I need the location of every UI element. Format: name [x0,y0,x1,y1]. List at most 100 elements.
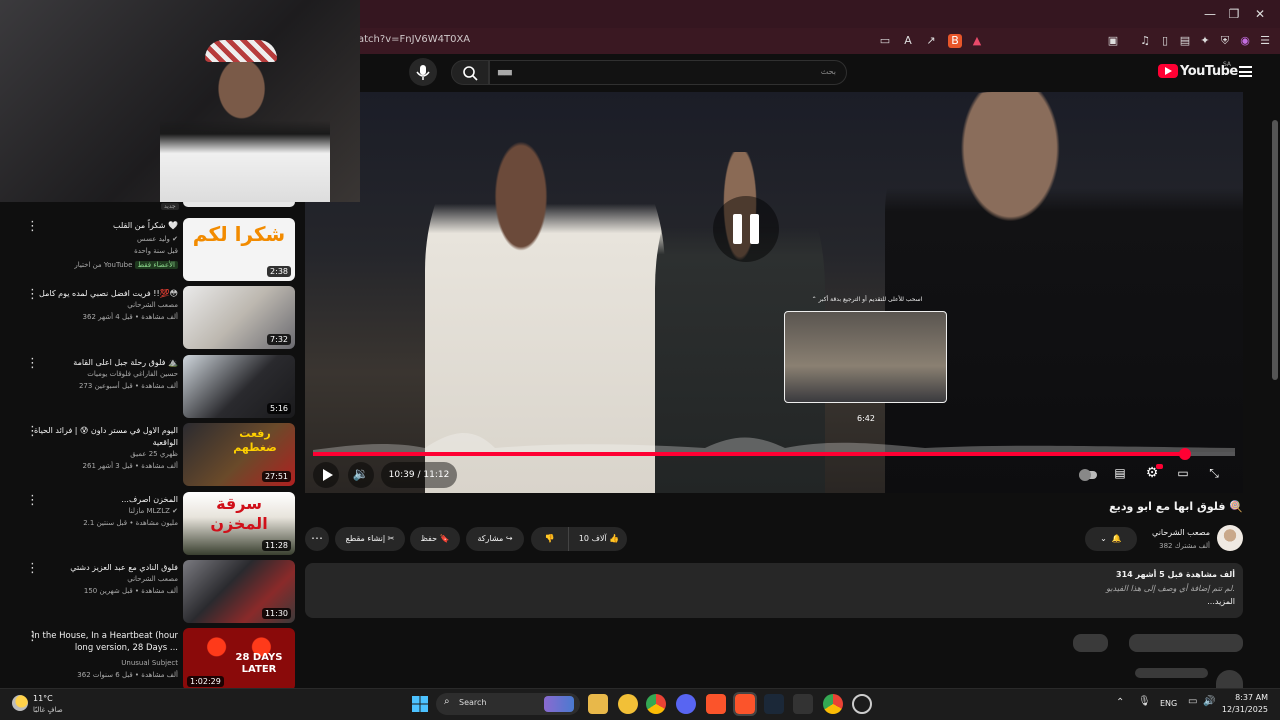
theater-mode-button[interactable]: ▭ [1174,466,1192,484]
discord-icon[interactable] [676,694,696,714]
voice-search-button[interactable] [409,58,437,86]
list-item[interactable]: ⋮ 7:32 فريت افضل نصبي لمده يوم كامل !!💯😳… [0,286,300,352]
brave-icon[interactable] [706,694,726,714]
translate-icon[interactable]: A [901,34,915,48]
description-box[interactable]: 314 ألف مشاهدة قبل 5 أشهر لم تتم إضافة أ… [305,563,1243,618]
channel-name[interactable]: Unusual Subject [8,658,178,669]
more-actions-button[interactable]: ⋯ [305,527,329,551]
obs-icon[interactable] [852,694,872,714]
close-button[interactable]: ✕ [1248,4,1272,24]
video-title[interactable]: اليوم الاول في مستر داون 😰 | فرائد الحيا… [18,425,178,449]
duration-badge: 11:28 [261,540,291,551]
like-button[interactable]: 10 آلاف 👍 [571,527,627,551]
start-button[interactable] [410,694,430,714]
fullscreen-button[interactable]: ⤡ [1205,466,1223,484]
taskbar-search-label: Search [459,698,487,707]
channel-name[interactable]: مازلنا MLZLZ ✔ [8,506,178,517]
thumbnail[interactable]: رفعت ضغطهم 27:51 [183,423,295,486]
brave-active-icon[interactable] [733,692,757,716]
speaker-icon[interactable]: 🔊 [1203,696,1215,707]
taskbar-search[interactable]: ⌕ Search [436,693,580,715]
mic-tray-icon[interactable]: 🎙 [1138,696,1151,707]
guide-menu-icon[interactable] [1239,66,1252,77]
webcam-overlay [0,0,360,202]
video-title[interactable]: ...المخزن اصرف [18,494,178,506]
video-title[interactable]: In the House, In a Heartbeat (hour long … [18,630,178,654]
autoplay-toggle[interactable] [1077,466,1099,484]
thumbnail[interactable]: 28 DAYS LATER 1:02:29 [183,628,295,688]
thumbnail[interactable]: سرقة المخزن 11:28 [183,492,295,555]
wallet-icon[interactable]: ▣ [1106,34,1120,48]
recommend-source: من اختيار YouTube الأعضاء فقط [8,260,178,271]
file-explorer-icon[interactable] [588,694,608,714]
channel-name[interactable]: وليد عسس ✔ [8,234,178,245]
thumbnail[interactable]: 7:32 [183,286,295,349]
menu-icon[interactable]: ☰ [1258,34,1272,48]
leo-icon[interactable]: ✦ [1198,34,1212,48]
cast-icon[interactable]: ▭ [878,34,892,48]
channel-name[interactable]: ظهري 25 عميق [8,449,178,460]
list-item[interactable]: ⋮ 28 DAYS LATER 1:02:29 In the House, In… [0,628,300,688]
video-title[interactable]: فلوق النادي مع عبد العزيز دشتي [18,562,178,574]
profile-icon[interactable]: ◉ [1238,34,1252,48]
vpn-icon[interactable]: ⛨ [1218,34,1232,48]
wallet2-icon[interactable]: ▤ [1178,34,1192,48]
page-scrollbar[interactable] [1272,120,1278,380]
chrome2-icon[interactable] [823,694,843,714]
url-text[interactable]: atch?v=FnJV6W4T0XA [358,34,470,45]
thumbnail[interactable]: 11:30 [183,560,295,623]
search-input[interactable]: ▄▄ بحث [489,60,847,85]
clock-time[interactable]: 8:37 AM [1235,693,1268,702]
skeleton-block [1135,668,1208,678]
dislike-button[interactable]: 👎 [531,527,569,551]
brave-rewards-icon[interactable]: ▲ [970,34,984,48]
thumbnail[interactable]: 5:16 [183,355,295,418]
channel-name[interactable]: مصعب الشرحاني [8,574,178,585]
progress-bar[interactable] [313,448,1235,460]
video-title[interactable]: فريت افضل نصبي لمده يوم كامل !!💯😳 [18,288,178,300]
show-more-link[interactable]: ...المزيد [1207,597,1235,606]
clock-date[interactable]: 12/31/2025 [1222,705,1268,714]
list-item[interactable]: ⋮ 11:30 فلوق النادي مع عبد العزيز دشتي م… [0,560,300,626]
weather-temp[interactable]: 11°C [33,694,53,703]
discord-alt-icon[interactable] [618,694,638,714]
volume-button[interactable]: 🔉 [348,462,374,488]
brave-shield-icon[interactable]: B [948,34,962,48]
music-icon[interactable]: ♫ [1138,34,1152,48]
channel-name[interactable]: حسين الفاراغي فلوقات يوميات [8,369,178,380]
pause-overlay[interactable] [713,196,779,262]
like-dislike-group: 👎 10 آلاف 👍 [531,527,627,551]
search-button[interactable] [451,60,489,85]
weather-icon[interactable] [12,695,28,711]
chrome-icon[interactable] [646,694,666,714]
clip-button[interactable]: إنشاء مقطع ✂ [335,527,405,551]
steam-icon[interactable] [764,694,784,714]
channel-name[interactable]: مصعب الشرحاني [8,300,178,311]
thumbnail-text: 28 DAYS LATER [235,652,283,675]
network-icon[interactable]: ▭ [1188,696,1197,707]
sidebar-toggle-icon[interactable]: ▯ [1158,34,1172,48]
thumbnail[interactable]: شكرا لكم 2:38 [183,218,295,281]
captions-button[interactable]: ▤ [1111,466,1129,484]
app-icon[interactable] [793,694,813,714]
share-page-icon[interactable]: ↗ [924,34,938,48]
chevron-up-icon[interactable]: ⌃ [1116,697,1124,708]
video-title[interactable]: فلوق رحلة جبل اعلى القامة ⛰️ [18,357,178,369]
region-code: SA [1223,61,1232,68]
restore-button[interactable]: ❐ [1222,4,1246,24]
video-title[interactable]: شكراً من القلب 🤍 [18,220,178,232]
language-indicator[interactable]: ENG [1160,699,1177,708]
subscribe-bell-button[interactable]: ⌄ 🔔 [1085,527,1137,551]
video-player[interactable]: ⌃ اسحب للأعلى للتقديم أو الترجيع بدقة أك… [305,92,1243,493]
minimize-button[interactable]: — [1198,4,1222,24]
channel-avatar[interactable] [1217,525,1243,551]
list-item[interactable]: ⋮ 5:16 فلوق رحلة جبل اعلى القامة ⛰️ حسين… [0,355,300,421]
share-button[interactable]: مشاركة ↪ [466,527,524,551]
list-item[interactable]: ⋮ رفعت ضغطهم 27:51 اليوم الاول في مستر د… [0,423,300,489]
youtube-logo-icon[interactable] [1158,64,1178,78]
windows-taskbar: 11°C صافٍ غالبًا ⌕ Search ⌃ 🎙 ENG ▭ 🔊 8:… [0,688,1280,720]
play-button[interactable] [313,462,339,488]
list-item[interactable]: ⋮ سرقة المخزن 11:28 ...المخزن اصرف مازلن… [0,492,300,558]
list-item[interactable]: ⋮ شكرا لكم 2:38 شكراً من القلب 🤍 وليد عس… [0,218,300,284]
save-button[interactable]: حفظ 🔖 [410,527,460,551]
